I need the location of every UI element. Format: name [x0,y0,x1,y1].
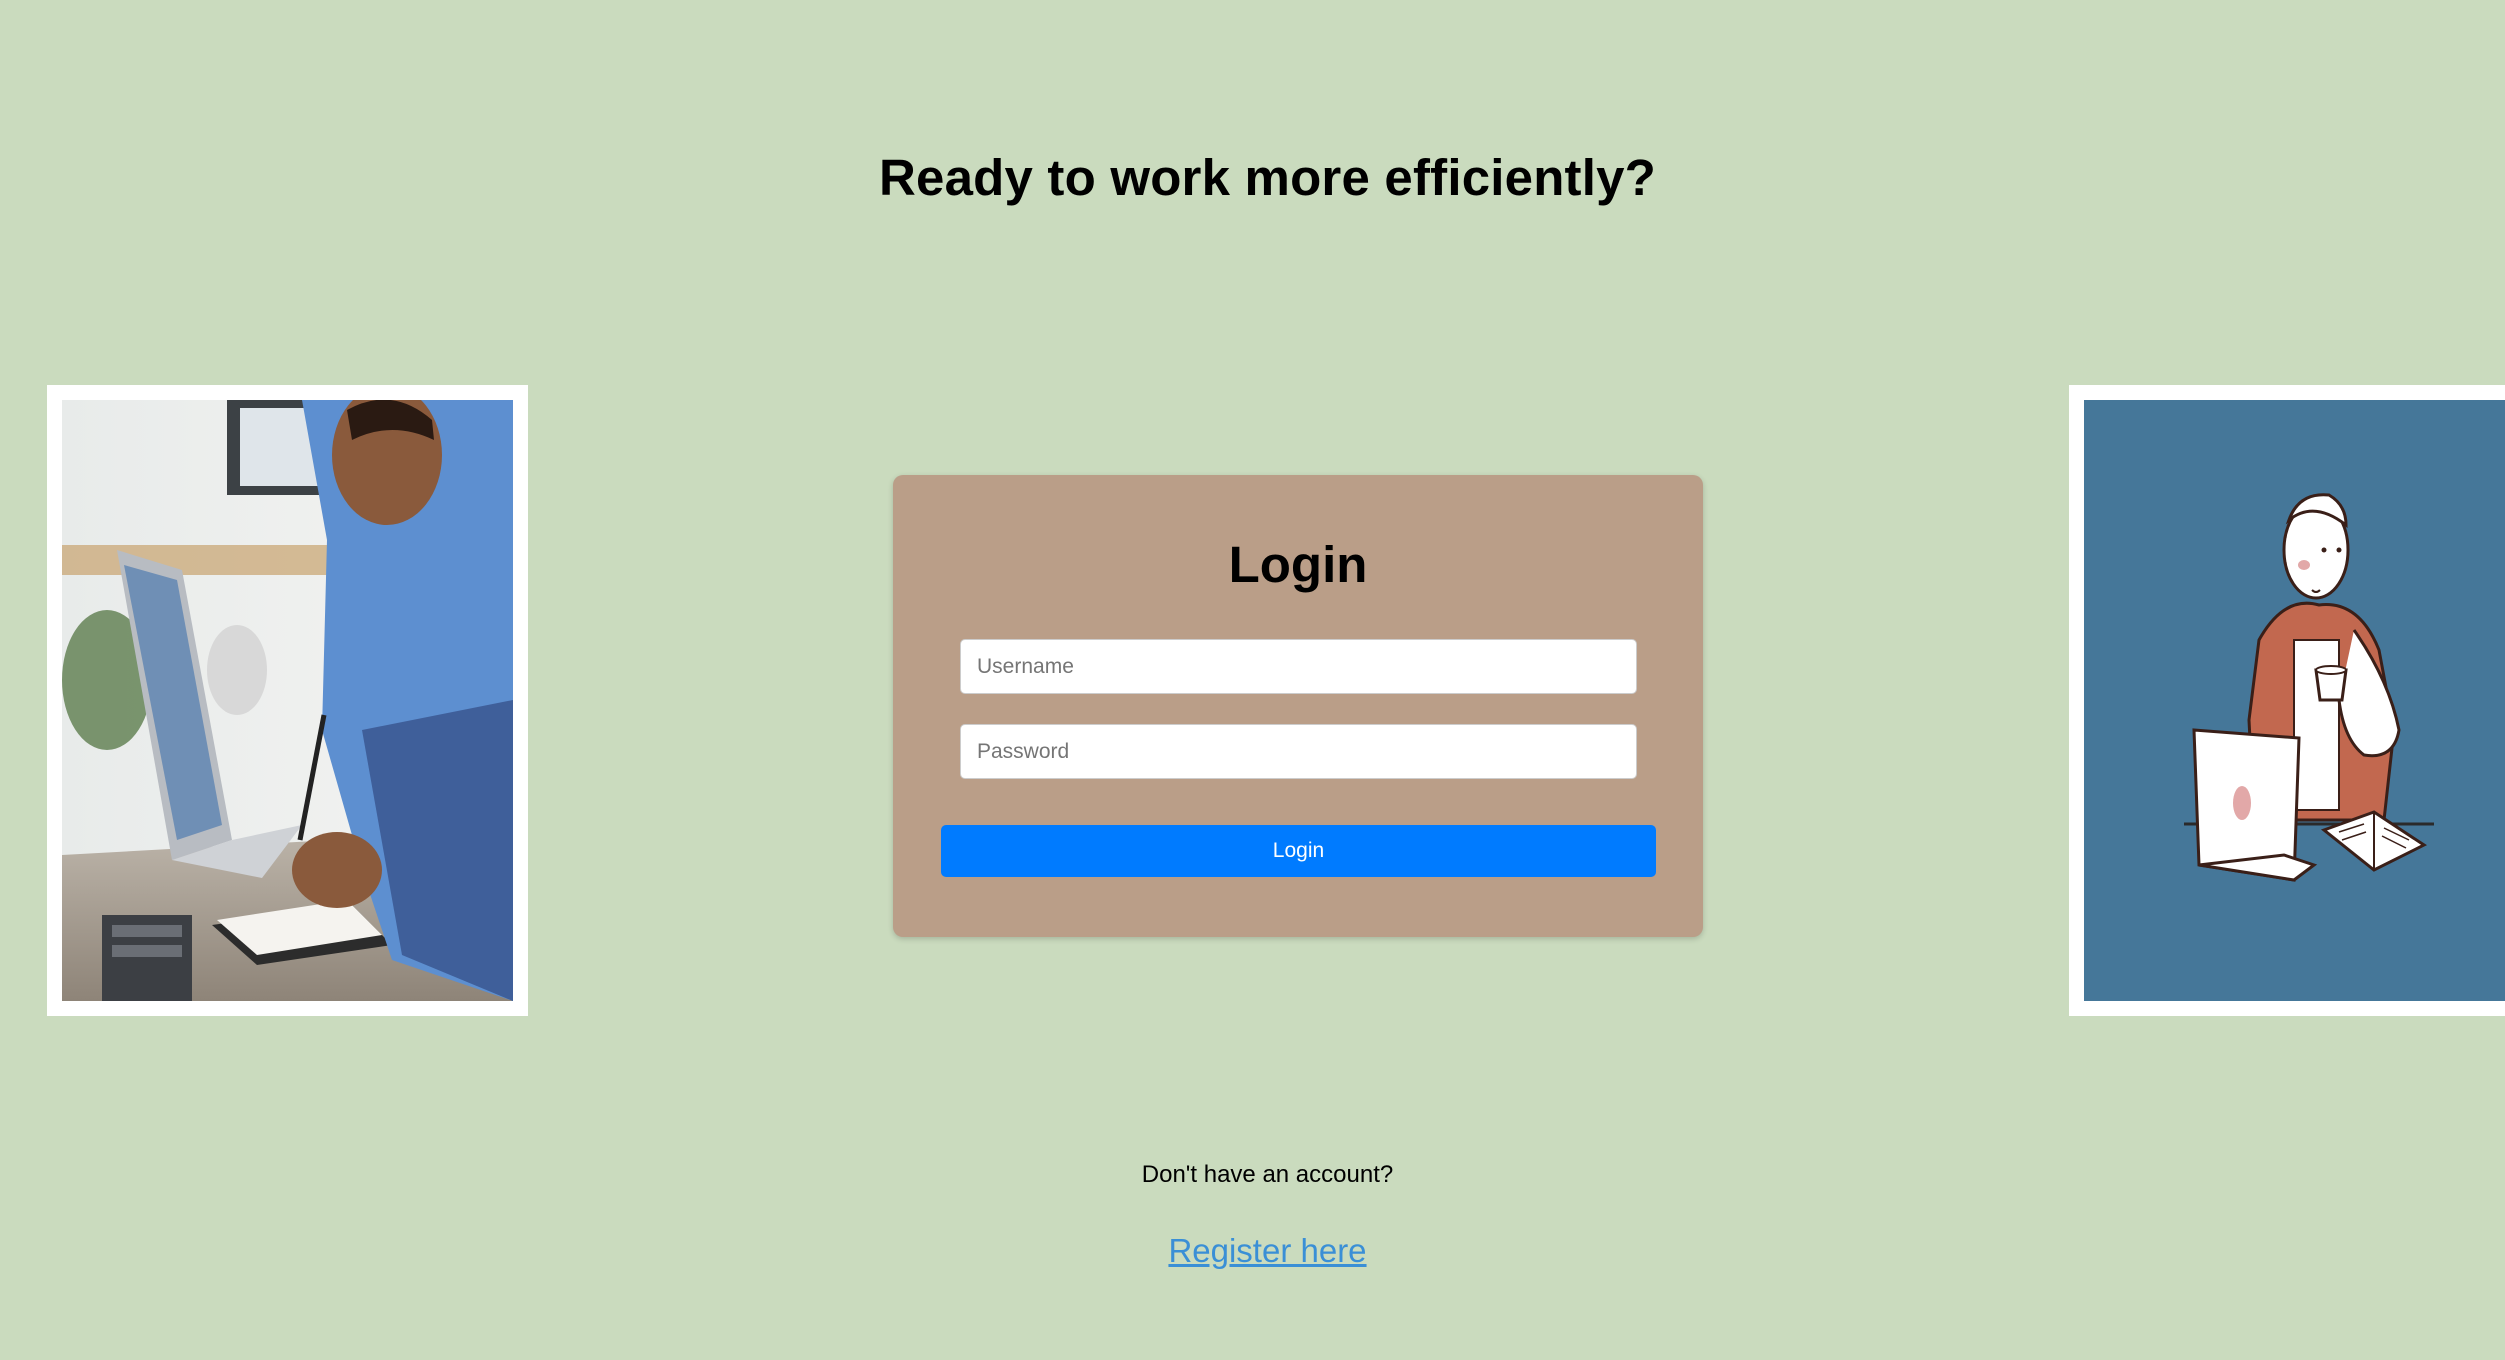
password-input[interactable] [960,724,1637,779]
login-card: Login Login [893,475,1703,937]
register-link-container: Register here [0,1232,2505,1270]
login-title: Login [1228,536,1368,593]
register-link[interactable]: Register here [1168,1232,1366,1269]
right-photo-frame [2069,385,2505,1016]
username-input[interactable] [960,639,1637,694]
coffee-laptop-illustration [2084,400,2505,1001]
man-writing-photo [62,400,513,1001]
account-prompt: Don't have an account? [1141,1161,1394,1188]
page-headline: Ready to work more efficiently? [878,149,1657,206]
login-button[interactable]: Login [941,825,1656,877]
left-photo-frame [47,385,528,1016]
